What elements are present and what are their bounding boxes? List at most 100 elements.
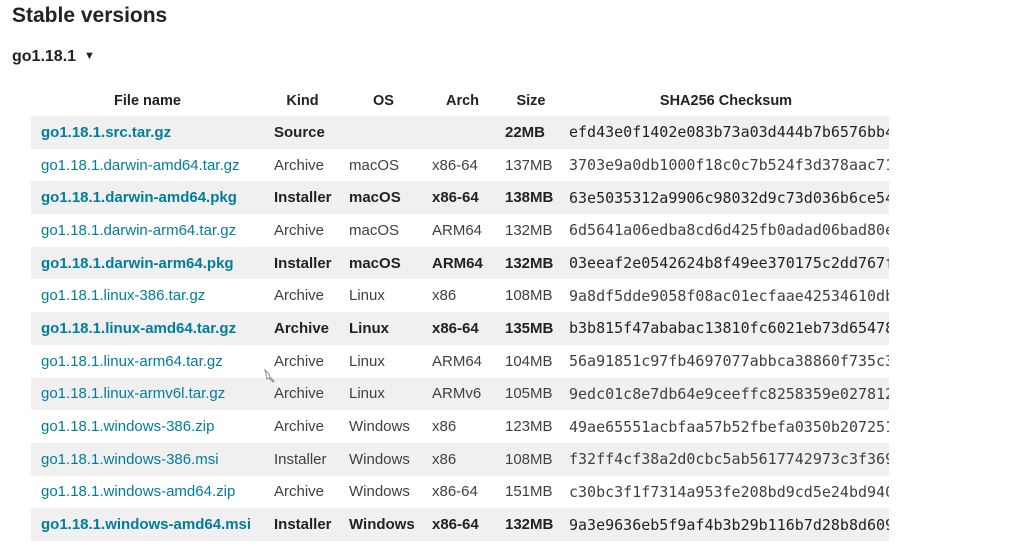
checksum-cell: f32ff4cf38a2d0cbc5ab5617742973c3f369755c… [563, 442, 889, 476]
download-link[interactable]: go1.18.1.darwin-amd64.pkg [41, 189, 237, 206]
column-header-kind: Kind [286, 93, 319, 109]
size-cell: 123MB [499, 410, 563, 443]
os-cell: Windows [341, 442, 426, 476]
file-name-cell: go1.18.1.linux-arm64.tar.gz [31, 344, 264, 378]
size-cell: 132MB [499, 214, 563, 247]
table-row: go1.18.1.windows-386.msi Installer Windows… [31, 442, 889, 476]
os-cell: Linux [341, 279, 426, 313]
download-link[interactable]: go1.18.1.linux-armv6l.tar.gz [41, 385, 225, 402]
kind-cell: Archive [264, 410, 341, 443]
file-name-cell: go1.18.1.windows-386.zip [31, 410, 264, 443]
file-name-cell: go1.18.1.darwin-arm64.pkg [31, 246, 264, 280]
file-name-cell: go1.18.1.linux-armv6l.tar.gz [31, 377, 264, 411]
download-link[interactable]: go1.18.1.windows-386.msi [41, 451, 219, 468]
page-title: Stable versions [12, 4, 168, 27]
kind-cell: Installer [264, 181, 341, 215]
table-row: go1.18.1.src.tar.gz Source 22MB efd43e0f140… [31, 116, 889, 149]
download-link[interactable]: go1.18.1.src.tar.gz [41, 124, 171, 141]
size-cell: 22MB [499, 116, 563, 149]
version-label: go1.18.1 [12, 48, 77, 65]
size-cell: 105MB [499, 377, 563, 411]
arch-cell: x86-64 [426, 475, 499, 509]
kind-cell: Installer [264, 246, 341, 280]
table-row: go1.18.1.windows-amd64.zip Archive Windows… [31, 475, 889, 509]
table-row: go1.18.1.windows-386.zip Archive Windows x8… [31, 410, 889, 443]
column-header-sha256: SHA256 Checksum [659, 93, 793, 109]
size-cell: 132MB [499, 508, 563, 541]
downloads-table-body: go1.18.1.src.tar.gz Source 22MB efd43e0f140… [31, 116, 889, 541]
arch-cell [426, 116, 499, 149]
checksum-cell: 9edc01c8e7db64e9ceeffc8258359e027812886c… [563, 377, 889, 411]
size-cell: 108MB [499, 279, 563, 313]
os-cell: macOS [341, 246, 426, 280]
arch-cell: ARM64 [426, 214, 499, 247]
table-row: go1.18.1.linux-amd64.tar.gz Archive Linux x… [31, 312, 889, 345]
checksum-cell: 56a91851c97fb4697077abbca38860f735c32b38… [563, 344, 889, 378]
column-header-size: Size [516, 93, 546, 109]
size-cell: 151MB [499, 475, 563, 509]
arch-cell: x86 [426, 442, 499, 476]
os-cell: Windows [341, 410, 426, 443]
arch-cell: x86-64 [426, 312, 499, 345]
file-name-cell: go1.18.1.linux-amd64.tar.gz [31, 312, 264, 345]
table-row: go1.18.1.darwin-arm64.pkg Installer macOS A… [31, 246, 889, 280]
kind-cell: Archive [264, 214, 341, 247]
file-name-cell: go1.18.1.darwin-amd64.tar.gz [31, 148, 264, 182]
os-cell: Linux [341, 344, 426, 378]
size-cell: 137MB [499, 148, 563, 182]
size-cell: 132MB [499, 246, 563, 280]
file-name-cell: go1.18.1.darwin-arm64.tar.gz [31, 214, 264, 247]
table-row: go1.18.1.linux-arm64.tar.gz Archive Linux A… [31, 344, 889, 378]
table-row: go1.18.1.windows-amd64.msi Installer Windo… [31, 508, 889, 541]
checksum-cell: efd43e0f1402e083b73a03d444b7b6576bb4c539… [563, 116, 889, 149]
checksum-cell: 9a3e9636eb5f9af4b3b29b116b7d28b8d6092c69… [563, 508, 889, 541]
arch-cell: ARM64 [426, 246, 499, 280]
checksum-cell: 63e5035312a9906c98032d9c73d036b6ce54f863… [563, 181, 889, 215]
file-name-cell: go1.18.1.src.tar.gz [31, 116, 264, 149]
table-row: go1.18.1.darwin-arm64.tar.gz Archive macOS… [31, 214, 889, 247]
download-link[interactable]: go1.18.1.linux-386.tar.gz [41, 287, 205, 304]
arch-cell: x86 [426, 410, 499, 443]
download-link[interactable]: go1.18.1.windows-amd64.zip [41, 483, 235, 500]
download-link[interactable]: go1.18.1.darwin-arm64.tar.gz [41, 222, 236, 239]
download-link[interactable]: go1.18.1.linux-amd64.tar.gz [41, 320, 236, 337]
kind-cell: Installer [264, 508, 341, 541]
os-cell [341, 116, 426, 149]
version-toggle[interactable]: go1.18.1 ▼ [12, 48, 95, 66]
os-cell: Windows [341, 475, 426, 509]
checksum-cell: c30bc3f1f7314a953fe208bd9cd5e24bd9403392… [563, 475, 889, 509]
download-link[interactable]: go1.18.1.darwin-arm64.pkg [41, 255, 234, 272]
arch-cell: x86-64 [426, 148, 499, 182]
file-name-cell: go1.18.1.darwin-amd64.pkg [31, 181, 264, 215]
checksum-cell: b3b815f47ababac13810fc6021eb73d65478e0b2… [563, 312, 889, 345]
kind-cell: Installer [264, 442, 341, 476]
table-header-row: File name Kind OS Arch Size SHA256 Check… [31, 86, 889, 116]
os-cell: macOS [341, 181, 426, 215]
checksum-cell: 9a8df5dde9058f08ac01ecfaae42534610db398e… [563, 279, 889, 313]
column-header-arch: Arch [445, 93, 480, 109]
download-link[interactable]: go1.18.1.linux-arm64.tar.gz [41, 353, 223, 370]
file-name-cell: go1.18.1.windows-amd64.zip [31, 475, 264, 509]
arch-cell: x86-64 [426, 181, 499, 215]
file-name-cell: go1.18.1.windows-amd64.msi [31, 508, 264, 541]
kind-cell: Archive [264, 148, 341, 182]
download-link[interactable]: go1.18.1.windows-386.zip [41, 418, 214, 435]
os-cell: macOS [341, 148, 426, 182]
os-cell: macOS [341, 214, 426, 247]
triangle-down-icon: ▼ [84, 50, 95, 62]
mouse-cursor-icon [264, 368, 275, 383]
column-header-os: OS [373, 93, 394, 109]
checksum-cell: 03eeaf2e0542624b8f49ee370175c2dd767ff26c… [563, 246, 889, 280]
size-cell: 135MB [499, 312, 563, 345]
size-cell: 138MB [499, 181, 563, 215]
download-link[interactable]: go1.18.1.windows-amd64.msi [41, 516, 251, 533]
kind-cell: Archive [264, 279, 341, 313]
downloads-table: File name Kind OS Arch Size SHA256 Check… [31, 86, 889, 541]
size-cell: 104MB [499, 344, 563, 378]
arch-cell: ARM64 [426, 344, 499, 378]
download-link[interactable]: go1.18.1.darwin-amd64.tar.gz [41, 157, 239, 174]
checksum-cell: 3703e9a0db1000f18c0c7b524f3d378aac71219b… [563, 148, 889, 182]
size-cell: 108MB [499, 442, 563, 476]
kind-cell: Source [264, 116, 341, 149]
column-header-file-name: File name [114, 93, 181, 109]
